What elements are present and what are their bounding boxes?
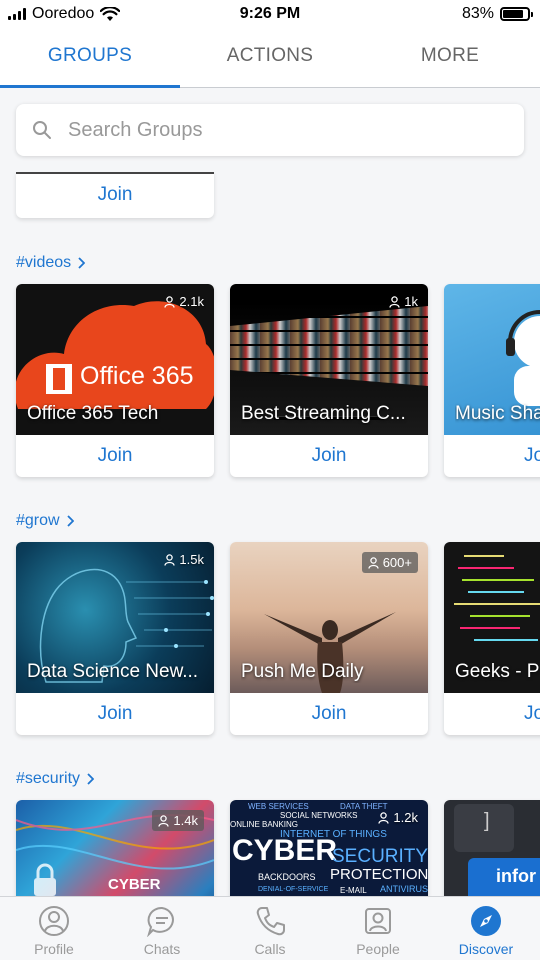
group-card-information[interactable]: ] infor xyxy=(444,800,540,896)
nav-label: Profile xyxy=(34,941,74,957)
top-tabs: GROUPS ACTIONS MORE xyxy=(0,30,540,88)
calls-icon xyxy=(256,907,285,936)
group-image: 1.5k Data Science New... xyxy=(16,542,214,693)
member-count: 1.5k xyxy=(164,552,204,567)
status-time: 9:26 PM xyxy=(239,5,301,22)
join-button[interactable]: Join xyxy=(16,435,214,477)
group-image: Geeks - P xyxy=(444,542,540,693)
group-image: Office 365 2.1k Office 365 Tech xyxy=(16,284,214,435)
group-image: ] infor xyxy=(444,800,540,896)
nav-profile[interactable]: Profile xyxy=(0,897,108,960)
section-title-videos[interactable]: #videos xyxy=(16,254,86,272)
group-image: 600+ Push Me Daily xyxy=(230,542,428,693)
nav-chats[interactable]: Chats xyxy=(108,897,216,960)
group-name: Data Science New... xyxy=(27,661,199,682)
group-card-partial[interactable]: Join xyxy=(16,172,214,218)
section-title-text: #security xyxy=(16,770,81,787)
search-icon xyxy=(18,104,66,156)
group-card-music[interactable]: Music Sha Jo xyxy=(444,284,540,477)
group-card-data-science[interactable]: 1.5k Data Science New... Join xyxy=(16,542,214,735)
member-count: 1k xyxy=(389,294,418,309)
office-logo-text: Office 365 xyxy=(80,362,194,390)
group-name: Push Me Daily xyxy=(241,661,364,682)
group-card-push-me-daily[interactable]: 600+ Push Me Daily Join xyxy=(230,542,428,735)
nav-label: People xyxy=(356,941,400,957)
section-title-text: #grow xyxy=(16,512,60,529)
people-icon xyxy=(365,908,391,934)
group-image: WEB SERVICES DATA THEFT SOCIAL NETWORKS … xyxy=(230,800,428,896)
member-count: 2.1k xyxy=(164,294,204,309)
section-title-text: #videos xyxy=(16,254,72,271)
member-icon xyxy=(389,295,400,308)
member-count: 1.4k xyxy=(152,810,204,831)
nav-label: Chats xyxy=(143,941,181,957)
chevron-right-icon xyxy=(66,515,74,527)
battery-icon xyxy=(500,7,533,21)
chevron-right-icon xyxy=(78,257,86,269)
group-image: CYBER 1.4k xyxy=(16,800,214,896)
group-name: Office 365 Tech xyxy=(27,403,159,424)
bottom-nav: Profile Chats Calls People Discover xyxy=(0,896,540,960)
tab-more[interactable]: MORE xyxy=(360,30,540,87)
search-input[interactable] xyxy=(68,118,488,142)
group-name: Best Streaming C... xyxy=(241,403,406,424)
member-icon xyxy=(158,814,170,827)
join-button[interactable]: Join xyxy=(230,693,428,735)
tab-groups[interactable]: GROUPS xyxy=(0,30,180,88)
join-button[interactable]: Jo xyxy=(444,693,540,735)
chevron-right-icon xyxy=(87,773,95,785)
member-icon xyxy=(164,295,176,308)
cyber-label: CYBER xyxy=(108,876,161,893)
section-title-security[interactable]: #security xyxy=(16,770,95,788)
member-icon xyxy=(368,556,379,569)
tab-actions[interactable]: ACTIONS xyxy=(180,30,360,87)
section-title-grow[interactable]: #grow xyxy=(16,512,74,530)
nav-people[interactable]: People xyxy=(324,897,432,960)
member-icon xyxy=(378,811,390,824)
member-count: 1.2k xyxy=(378,810,418,825)
group-card-cyber-security[interactable]: WEB SERVICES DATA THEFT SOCIAL NETWORKS … xyxy=(230,800,428,896)
search-bar[interactable] xyxy=(16,104,524,156)
profile-icon xyxy=(39,906,69,936)
group-image: 1k Best Streaming C... xyxy=(230,284,428,435)
chats-icon xyxy=(147,906,174,937)
member-count: 600+ xyxy=(361,552,418,573)
group-card-cyber[interactable]: CYBER 1.4k xyxy=(16,800,214,896)
join-button[interactable]: Join xyxy=(16,693,214,735)
group-card-streaming[interactable]: 1k Best Streaming C... Join xyxy=(230,284,428,477)
nav-discover[interactable]: Discover xyxy=(432,897,540,960)
status-bar: Ooredoo 9:26 PM 83% xyxy=(0,0,540,30)
join-button[interactable]: Join xyxy=(16,174,214,216)
nav-calls[interactable]: Calls xyxy=(216,897,324,960)
group-name: Geeks - P xyxy=(455,661,540,682)
groups-list[interactable]: Join #videos Office 365 2.1k Office 365 … xyxy=(0,172,540,896)
nav-label: Calls xyxy=(254,941,286,957)
join-button[interactable]: Join xyxy=(230,435,428,477)
nav-label: Discover xyxy=(458,941,514,957)
compass-icon xyxy=(471,906,501,936)
group-card-office365[interactable]: Office 365 2.1k Office 365 Tech Join xyxy=(16,284,214,477)
group-card-geeks[interactable]: Geeks - P Jo xyxy=(444,542,540,735)
join-button[interactable]: Jo xyxy=(444,435,540,477)
member-icon xyxy=(164,553,176,566)
group-image: Music Sha xyxy=(444,284,540,435)
status-right: 83% xyxy=(461,5,533,23)
group-name: Music Sha xyxy=(455,403,540,424)
battery-percent: 83% xyxy=(461,5,494,22)
